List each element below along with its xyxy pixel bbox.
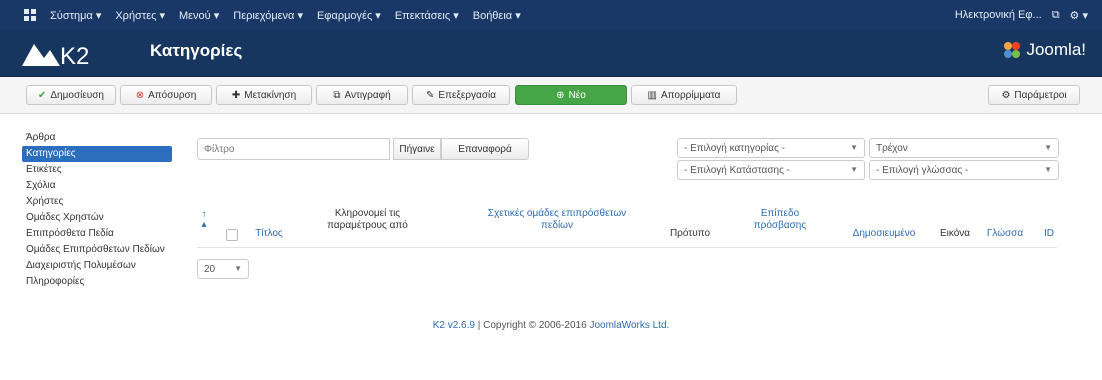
list-limit-value: 20	[204, 263, 216, 275]
language-column-header[interactable]: Γλώσσα	[980, 228, 1030, 240]
edit-icon: ✎	[426, 89, 435, 101]
trash-button[interactable]: ▥ Απορρίμματα	[631, 85, 737, 105]
language-select-value: - Επιλογή γλώσσας -	[876, 164, 969, 176]
sidebar-item-users[interactable]: Χρήστες	[22, 194, 172, 210]
k2-version-link[interactable]: K2 v2.6.9	[433, 320, 475, 331]
image-column-header: Εικόνα	[939, 228, 971, 239]
copy-icon: ⧉	[333, 89, 341, 101]
sidebar-item-media-manager[interactable]: Διαχειριστής Πολυμέσων	[22, 258, 172, 274]
groups-column-label-1: Σχετικές ομάδες επιπρόσθετων	[487, 208, 627, 219]
category-select-value: - Επιλογή κατηγορίας -	[684, 142, 786, 154]
copy-label: Αντιγραφή	[344, 89, 391, 101]
settings-menu[interactable]: ⚙ ▾	[1070, 9, 1088, 22]
inherit-column-header: Κληρονομεί τις παραμέτρους από	[305, 208, 430, 232]
joomla-logo: Joomla!	[1002, 40, 1086, 60]
published-column-header[interactable]: Δημοσιευμένο	[838, 228, 930, 240]
sidebar-item-comments[interactable]: Σχόλια	[22, 178, 172, 194]
joomla-wordmark: Joomla!	[1026, 40, 1086, 59]
topbar-right: Ηλεκτρονική Εφ... ⧉ ⚙ ▾	[955, 0, 1088, 30]
list-limit-select[interactable]: 20 ▼	[197, 259, 249, 279]
extra-field-groups-column-header[interactable]: Σχετικές ομάδες επιπρόσθετων πεδίων	[462, 208, 652, 232]
joomla-flower-icon	[1004, 42, 1021, 58]
menu-content[interactable]: Περιεχόμενα ▾	[233, 9, 303, 22]
access-column-header[interactable]: Επίπεδο πρόσβασης	[736, 208, 824, 232]
sidebar: Άρθρα Κατηγορίες Ετικέτες Σχόλια Χρήστες…	[22, 130, 172, 290]
user-menu[interactable]: Ηλεκτρονική Εφ...	[955, 9, 1042, 21]
joomla-x-icon[interactable]	[22, 7, 38, 23]
gear-icon: ⚙	[1001, 89, 1011, 101]
external-link-icon[interactable]: ⧉	[1052, 9, 1060, 22]
access-column-label-2: πρόσβασης	[753, 220, 807, 231]
inherit-column-label-2: παραμέτρους από	[327, 220, 408, 231]
copyright-text: Copyright © 2006-2016	[483, 320, 587, 331]
menu-users[interactable]: Χρήστες ▾	[115, 9, 165, 22]
page-header: K2 Κατηγορίες Joomla!	[0, 30, 1102, 77]
publish-label: Δημοσίευση	[50, 89, 104, 101]
menu-extensions[interactable]: Επεκτάσεις ▾	[395, 9, 459, 22]
move-icon: ✚	[231, 89, 241, 101]
menu-menus[interactable]: Μενού ▾	[179, 9, 219, 22]
sort-order-header[interactable]: ↑ ▴	[197, 210, 211, 230]
options-label: Παράμετροι	[1014, 89, 1067, 101]
page-title: Κατηγορίες	[150, 41, 243, 60]
move-button[interactable]: ✚ Μετακίνηση	[216, 85, 312, 105]
unpublish-button[interactable]: ⊗ Απόσυρση	[120, 85, 212, 105]
edit-button[interactable]: ✎ Επεξεργασία	[412, 85, 510, 105]
unpublish-label: Απόσυρση	[148, 89, 197, 101]
chevron-down-icon: ▼	[850, 143, 858, 152]
admin-topbar: Σύστημα ▾ Χρήστες ▾ Μενού ▾ Περιεχόμενα …	[0, 0, 1102, 30]
sidebar-item-categories[interactable]: Κατηγορίες	[22, 146, 172, 162]
menu-system[interactable]: Σύστημα ▾	[50, 9, 101, 22]
options-button[interactable]: ⚙ Παράμετροι	[988, 85, 1080, 105]
site-select-value: Τρέχον	[876, 142, 908, 154]
chevron-down-icon: ▼	[234, 264, 242, 273]
id-column-header[interactable]: ID	[1038, 228, 1060, 240]
admin-menu: Σύστημα ▾ Χρήστες ▾ Μενού ▾ Περιεχόμενα …	[50, 9, 521, 22]
language-select[interactable]: - Επιλογή γλώσσας - ▼	[869, 160, 1059, 180]
menu-components[interactable]: Εφαρμογές ▾	[317, 9, 381, 22]
go-button[interactable]: Πήγαινε	[393, 138, 441, 160]
sidebar-item-tags[interactable]: Ετικέτες	[22, 162, 172, 178]
toolbar: ✔ Δημοσίευση ⊗ Απόσυρση ✚ Μετακίνηση ⧉ Α…	[0, 77, 1102, 114]
reset-button[interactable]: Επαναφορά	[441, 138, 529, 160]
sidebar-item-user-groups[interactable]: Ομάδες Χρηστών	[22, 210, 172, 226]
category-select[interactable]: - Επιλογή κατηγορίας - ▼	[677, 138, 865, 158]
sidebar-item-extra-field-groups[interactable]: Ομάδες Επιπρόσθετων Πεδίων	[22, 242, 172, 258]
new-button[interactable]: ⊕ Νέο	[515, 85, 627, 105]
unpublish-icon: ⊗	[135, 89, 145, 101]
select-all-checkbox[interactable]	[226, 229, 238, 241]
joomlaworks-link[interactable]: JoomlaWorks Ltd.	[589, 320, 669, 331]
status-select[interactable]: - Επιλογή Κατάστασης - ▼	[677, 160, 865, 180]
trash-label: Απορρίμματα	[660, 89, 721, 101]
svg-text:K2: K2	[60, 43, 89, 68]
access-column-label-1: Επίπεδο	[760, 208, 800, 219]
filter-input[interactable]	[197, 138, 390, 160]
sort-caret-icon: ▴	[201, 219, 207, 230]
plus-circle-icon: ⊕	[556, 89, 565, 101]
copy-button[interactable]: ⧉ Αντιγραφή	[316, 85, 408, 105]
sidebar-item-extra-fields[interactable]: Επιπρόσθετα Πεδία	[22, 226, 172, 242]
trash-icon: ▥	[647, 89, 657, 101]
sidebar-item-articles[interactable]: Άρθρα	[22, 130, 172, 146]
k2-logo: K2	[22, 38, 92, 70]
sidebar-item-information[interactable]: Πληροφορίες	[22, 274, 172, 290]
template-column-header: Πρότυπο	[669, 228, 711, 239]
inherit-column-label-1: Κληρονομεί τις	[334, 208, 401, 219]
status-select-value: - Επιλογή Κατάστασης -	[684, 164, 790, 176]
groups-column-label-2: πεδίων	[541, 220, 573, 231]
edit-label: Επεξεργασία	[438, 89, 496, 101]
footer: K2 v2.6.9 | Copyright © 2006-2016 Joomla…	[0, 320, 1102, 331]
chevron-down-icon: ▼	[1044, 165, 1052, 174]
site-select[interactable]: Τρέχον ▼	[869, 138, 1059, 158]
table-header-divider	[197, 247, 1057, 248]
move-label: Μετακίνηση	[244, 89, 297, 101]
new-label: Νέο	[568, 89, 586, 101]
menu-help[interactable]: Βοήθεια ▾	[473, 9, 521, 22]
publish-button[interactable]: ✔ Δημοσίευση	[26, 85, 116, 105]
chevron-down-icon: ▼	[850, 165, 858, 174]
chevron-down-icon: ▼	[1044, 143, 1052, 152]
check-icon: ✔	[37, 89, 47, 101]
title-column-header[interactable]: Τίτλος	[244, 228, 294, 240]
